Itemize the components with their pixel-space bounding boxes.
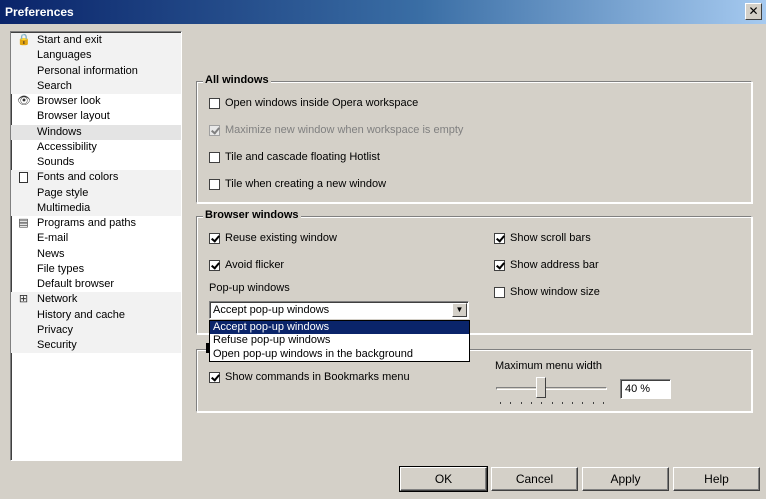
browser-left-1-label: Avoid flicker (225, 259, 285, 271)
sidebar-item[interactable]: Default browser (11, 277, 181, 292)
sidebar-item[interactable]: Programs and paths (11, 216, 181, 231)
menu-width-input[interactable]: 40 % (620, 379, 671, 399)
all-windows-0-label: Open windows inside Opera workspace (225, 97, 419, 109)
all-windows-0-checkbox[interactable] (209, 97, 220, 109)
browser-left-1-option[interactable]: Avoid flicker (209, 259, 284, 271)
chevron-down-icon[interactable]: ▼ (452, 303, 467, 317)
browser-right-1-checkbox[interactable] (494, 259, 505, 271)
all-windows-title: All windows (203, 74, 271, 86)
browser-right-0-option[interactable]: Show scroll bars (494, 232, 591, 244)
all-windows-2-checkbox[interactable] (209, 151, 220, 163)
browser-left-1-checkbox[interactable] (209, 259, 220, 271)
sidebar-item[interactable]: File types (11, 262, 181, 277)
browser-right-0-checkbox[interactable] (494, 232, 505, 244)
sidebar-item[interactable]: Network (11, 292, 181, 307)
sidebar-item[interactable]: Accessibility (11, 140, 181, 155)
slider-tick (582, 402, 584, 404)
sidebar-item[interactable]: Privacy (11, 323, 181, 338)
menu-width-slider-track[interactable] (496, 387, 607, 390)
help-button[interactable]: Help (673, 467, 760, 491)
sidebar-item[interactable]: Fonts and colors (11, 170, 181, 185)
sidebar-item[interactable]: Browser look (11, 94, 181, 109)
browser-left-0-label: Reuse existing window (225, 232, 337, 244)
sidebar-group: 👁 Browser look Browser layout Windows Access… (11, 94, 181, 170)
menu-width-slider-thumb[interactable] (536, 377, 547, 398)
ok-button[interactable]: OK (399, 466, 488, 492)
sidebar-item[interactable]: History and cache (11, 308, 181, 323)
slider-tick (551, 402, 553, 404)
slider-tick (500, 402, 501, 404)
browser-right-1-label: Show address bar (510, 259, 599, 271)
sidebar-item[interactable]: Start and exit (11, 33, 181, 48)
all-windows-3-checkbox[interactable] (209, 178, 220, 190)
browser-windows-title: Browser windows (203, 209, 301, 221)
slider-tick (541, 402, 543, 404)
sidebar-item[interactable]: Page style (11, 186, 181, 201)
slider-tick (592, 402, 594, 404)
slider-tick (510, 402, 512, 404)
sidebar-item[interactable]: E-mail (11, 231, 181, 246)
popup-windows-label: Pop-up windows (209, 282, 290, 294)
sidebar-item[interactable]: Multimedia (11, 201, 181, 216)
sidebar-item[interactable]: Languages (11, 48, 181, 63)
browser-left-0-checkbox[interactable] (209, 232, 220, 244)
all-windows-3-option[interactable]: Tile when creating a new window (209, 178, 386, 190)
title-bar: Preferences ✕ (0, 0, 766, 24)
all-windows-1-label: Maximize new window when workspace is em… (225, 124, 464, 136)
close-icon: ✕ (748, 4, 759, 18)
sidebar-item[interactable]: Browser layout (11, 109, 181, 124)
popup-options-list[interactable]: Accept pop-up windows Refuse pop-up windo… (209, 320, 470, 362)
window-title: Preferences (5, 5, 74, 19)
browser-right-2-checkbox[interactable] (494, 286, 505, 298)
slider-tick (530, 402, 532, 404)
slider-tick (603, 402, 604, 404)
popup-option[interactable]: Refuse pop-up windows (210, 334, 469, 347)
browser-right-2-option[interactable]: Show window size (494, 286, 600, 298)
browser-right-2-label: Show window size (510, 286, 600, 298)
max-menu-width-label: Maximum menu width (495, 360, 602, 372)
sidebar-group: ▤ Programs and paths E-mail News File types D… (11, 216, 181, 292)
slider-tick (520, 402, 522, 404)
apply-button[interactable]: Apply (582, 467, 669, 491)
popup-option[interactable]: Accept pop-up windows (210, 321, 469, 335)
browser-right-0-label: Show scroll bars (510, 232, 591, 244)
sidebar-item[interactable]: News (11, 247, 181, 262)
menu-width-value: 40 % (625, 383, 651, 395)
all-windows-2-label: Tile and cascade floating Hotlist (225, 151, 380, 163)
sidebar-item[interactable]: Security (11, 338, 181, 353)
sidebar-group: Fonts and colors Page style Multimedia (11, 170, 181, 216)
mouse-cursor-icon (206, 343, 210, 353)
sidebar-item[interactable]: Personal information (11, 64, 181, 79)
sidebar-group: ⊞ Network History and cache Privacy Security (11, 292, 181, 354)
browser-right-1-option[interactable]: Show address bar (494, 259, 599, 271)
cancel-button[interactable]: Cancel (491, 467, 578, 491)
close-button[interactable]: ✕ (745, 3, 762, 20)
slider-tick (572, 402, 574, 404)
sidebar-item[interactable]: Search (11, 79, 181, 94)
browser-left-0-option[interactable]: Reuse existing window (209, 232, 337, 244)
sidebar-item[interactable]: Windows (11, 124, 181, 140)
slider-tick (561, 402, 563, 404)
show-commands-label: Show commands in Bookmarks menu (225, 371, 410, 383)
show-commands-checkbox[interactable] (209, 371, 220, 383)
popup-windows-select[interactable]: Accept pop-up windows ▼ (209, 301, 469, 319)
all-windows-2-option[interactable]: Tile and cascade floating Hotlist (209, 151, 380, 163)
category-list[interactable]: 🔒 Start and exit Languages Personal informa… (10, 31, 182, 461)
popup-option[interactable]: Open pop-up windows in the background (210, 348, 469, 361)
all-windows-3-label: Tile when creating a new window (225, 178, 387, 190)
sidebar-group: 🔒 Start and exit Languages Personal informa… (11, 33, 181, 94)
show-commands-option[interactable]: Show commands in Bookmarks menu (209, 371, 410, 383)
all-windows-1-checkbox (209, 124, 220, 136)
all-windows-1-option: Maximize new window when workspace is em… (209, 124, 463, 136)
all-windows-0-option[interactable]: Open windows inside Opera workspace (209, 97, 418, 109)
sidebar-item[interactable]: Sounds (11, 155, 181, 170)
popup-selected-value: Accept pop-up windows (213, 304, 330, 316)
